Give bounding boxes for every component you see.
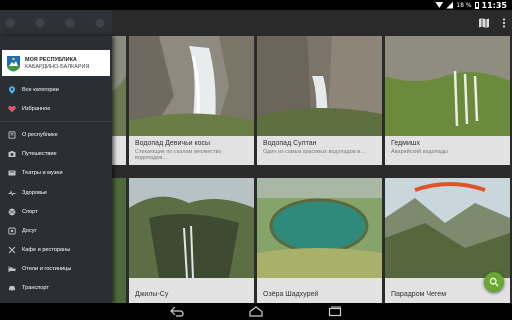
menu-item-label: Театры и музеи xyxy=(22,170,63,177)
menu-item-health[interactable]: Здоровье xyxy=(0,183,112,202)
place-photo xyxy=(129,178,254,278)
place-photo xyxy=(385,178,510,278)
drawer-divider xyxy=(0,121,112,123)
car-icon xyxy=(8,284,16,292)
place-title: Водопад Девичьи косы xyxy=(135,140,211,147)
app-bar-pattern xyxy=(0,10,112,36)
menu-item-travel[interactable]: Путешествие xyxy=(0,145,112,164)
status-bar: 18 % 11:35 xyxy=(0,0,512,10)
place-subtitle: Один из самых красивых водопадов в... xyxy=(263,149,365,155)
place-photo xyxy=(129,36,254,136)
menu-item-label: О республике xyxy=(22,131,58,138)
recents-button[interactable] xyxy=(328,306,342,317)
navigation-drawer: МОЯ РЕСПУБЛИКА КАБАРДИНО-БАЛКАРИЯ Все ка… xyxy=(0,36,112,303)
menu-item-label: Здоровье xyxy=(22,189,47,196)
menu-item-label: Транспорт xyxy=(22,285,49,292)
menu-item-label: Спорт xyxy=(22,208,38,215)
menu-item-label: Досуг xyxy=(22,227,37,234)
menu-item-cafes[interactable]: Кафе и рестораны xyxy=(0,241,112,260)
menu-item-about[interactable]: О республике xyxy=(0,125,112,144)
menu-item-hotels[interactable]: Отели и гостиницы xyxy=(0,260,112,279)
system-navigation-bar xyxy=(0,303,512,320)
place-card[interactable]: Водопад Султан Один из самых красивых во… xyxy=(257,36,382,165)
menu-item-favorites[interactable]: Избранное xyxy=(0,99,112,118)
republic-subtitle: КАБАРДИНО-БАЛКАРИЯ xyxy=(25,63,90,70)
menu-item-label: Все категории xyxy=(22,86,59,93)
recents-icon xyxy=(328,306,342,317)
menu-item-label: Кафе и рестораны xyxy=(22,247,71,254)
republic-header-card[interactable]: МОЯ РЕСПУБЛИКА КАБАРДИНО-БАЛКАРИЯ xyxy=(2,50,110,76)
place-title: Озёра Шадхурей xyxy=(263,291,319,298)
ball-icon xyxy=(8,208,16,216)
place-title: Парадром Чегем xyxy=(391,291,447,298)
menu-item-all-categories[interactable]: Все категории xyxy=(0,80,112,99)
app-bar xyxy=(0,10,512,36)
home-icon xyxy=(249,306,263,317)
place-card[interactable]: Гедмишх Аварийский водопады xyxy=(385,36,510,165)
signal-icon xyxy=(446,1,454,9)
book-icon xyxy=(8,131,16,139)
search-fab-button[interactable] xyxy=(484,272,504,292)
map-icon[interactable] xyxy=(478,17,490,29)
leisure-icon xyxy=(8,227,16,235)
theater-icon xyxy=(8,169,16,177)
republic-text: МОЯ РЕСПУБЛИКА КАБАРДИНО-БАЛКАРИЯ xyxy=(25,57,89,70)
back-icon xyxy=(170,306,184,317)
bed-icon xyxy=(8,265,16,273)
menu-item-sport[interactable]: Спорт xyxy=(0,202,112,221)
menu-item-label: Избранное xyxy=(22,105,51,112)
back-button[interactable] xyxy=(170,306,184,317)
battery-percent: 18 % xyxy=(456,1,472,9)
republic-title: МОЯ РЕСПУБЛИКА xyxy=(25,56,77,63)
place-subtitle: Стекающие по скалам множество водопадов.… xyxy=(135,149,222,161)
status-time: 11:35 xyxy=(481,0,507,10)
place-title: Гедмишх xyxy=(391,140,420,147)
place-photo xyxy=(257,178,382,278)
menu-item-label: Отели и гостиницы xyxy=(22,266,72,273)
health-icon xyxy=(8,189,16,197)
place-title: Водопад Султан xyxy=(263,140,317,147)
search-icon xyxy=(489,277,499,287)
camera-icon xyxy=(8,150,16,158)
place-card[interactable]: Джилы-Су xyxy=(129,178,254,303)
place-title: Джилы-Су xyxy=(135,291,169,298)
place-photo xyxy=(257,36,382,136)
menu-item-theaters[interactable]: Театры и музеи xyxy=(0,164,112,183)
menu-item-label: Путешествие xyxy=(22,151,57,158)
place-subtitle: Аварийский водопады xyxy=(391,149,448,155)
republic-emblem-icon xyxy=(7,55,20,71)
place-card[interactable]: Водопад Девичьи косы Стекающие по скалам… xyxy=(129,36,254,165)
battery-icon xyxy=(474,1,479,9)
place-card[interactable]: Озёра Шадхурей xyxy=(257,178,382,303)
home-button[interactable] xyxy=(248,306,264,317)
more-vert-icon[interactable] xyxy=(498,17,510,29)
heart-icon xyxy=(8,105,16,113)
drawer-menu: Все категории Избранное О республике Пут… xyxy=(0,80,112,298)
cutlery-icon xyxy=(8,246,16,254)
wifi-icon xyxy=(435,2,444,8)
location-pin-icon xyxy=(8,85,16,94)
place-photo xyxy=(385,36,510,136)
menu-item-leisure[interactable]: Досуг xyxy=(0,221,112,240)
menu-item-transport[interactable]: Транспорт xyxy=(0,279,112,298)
